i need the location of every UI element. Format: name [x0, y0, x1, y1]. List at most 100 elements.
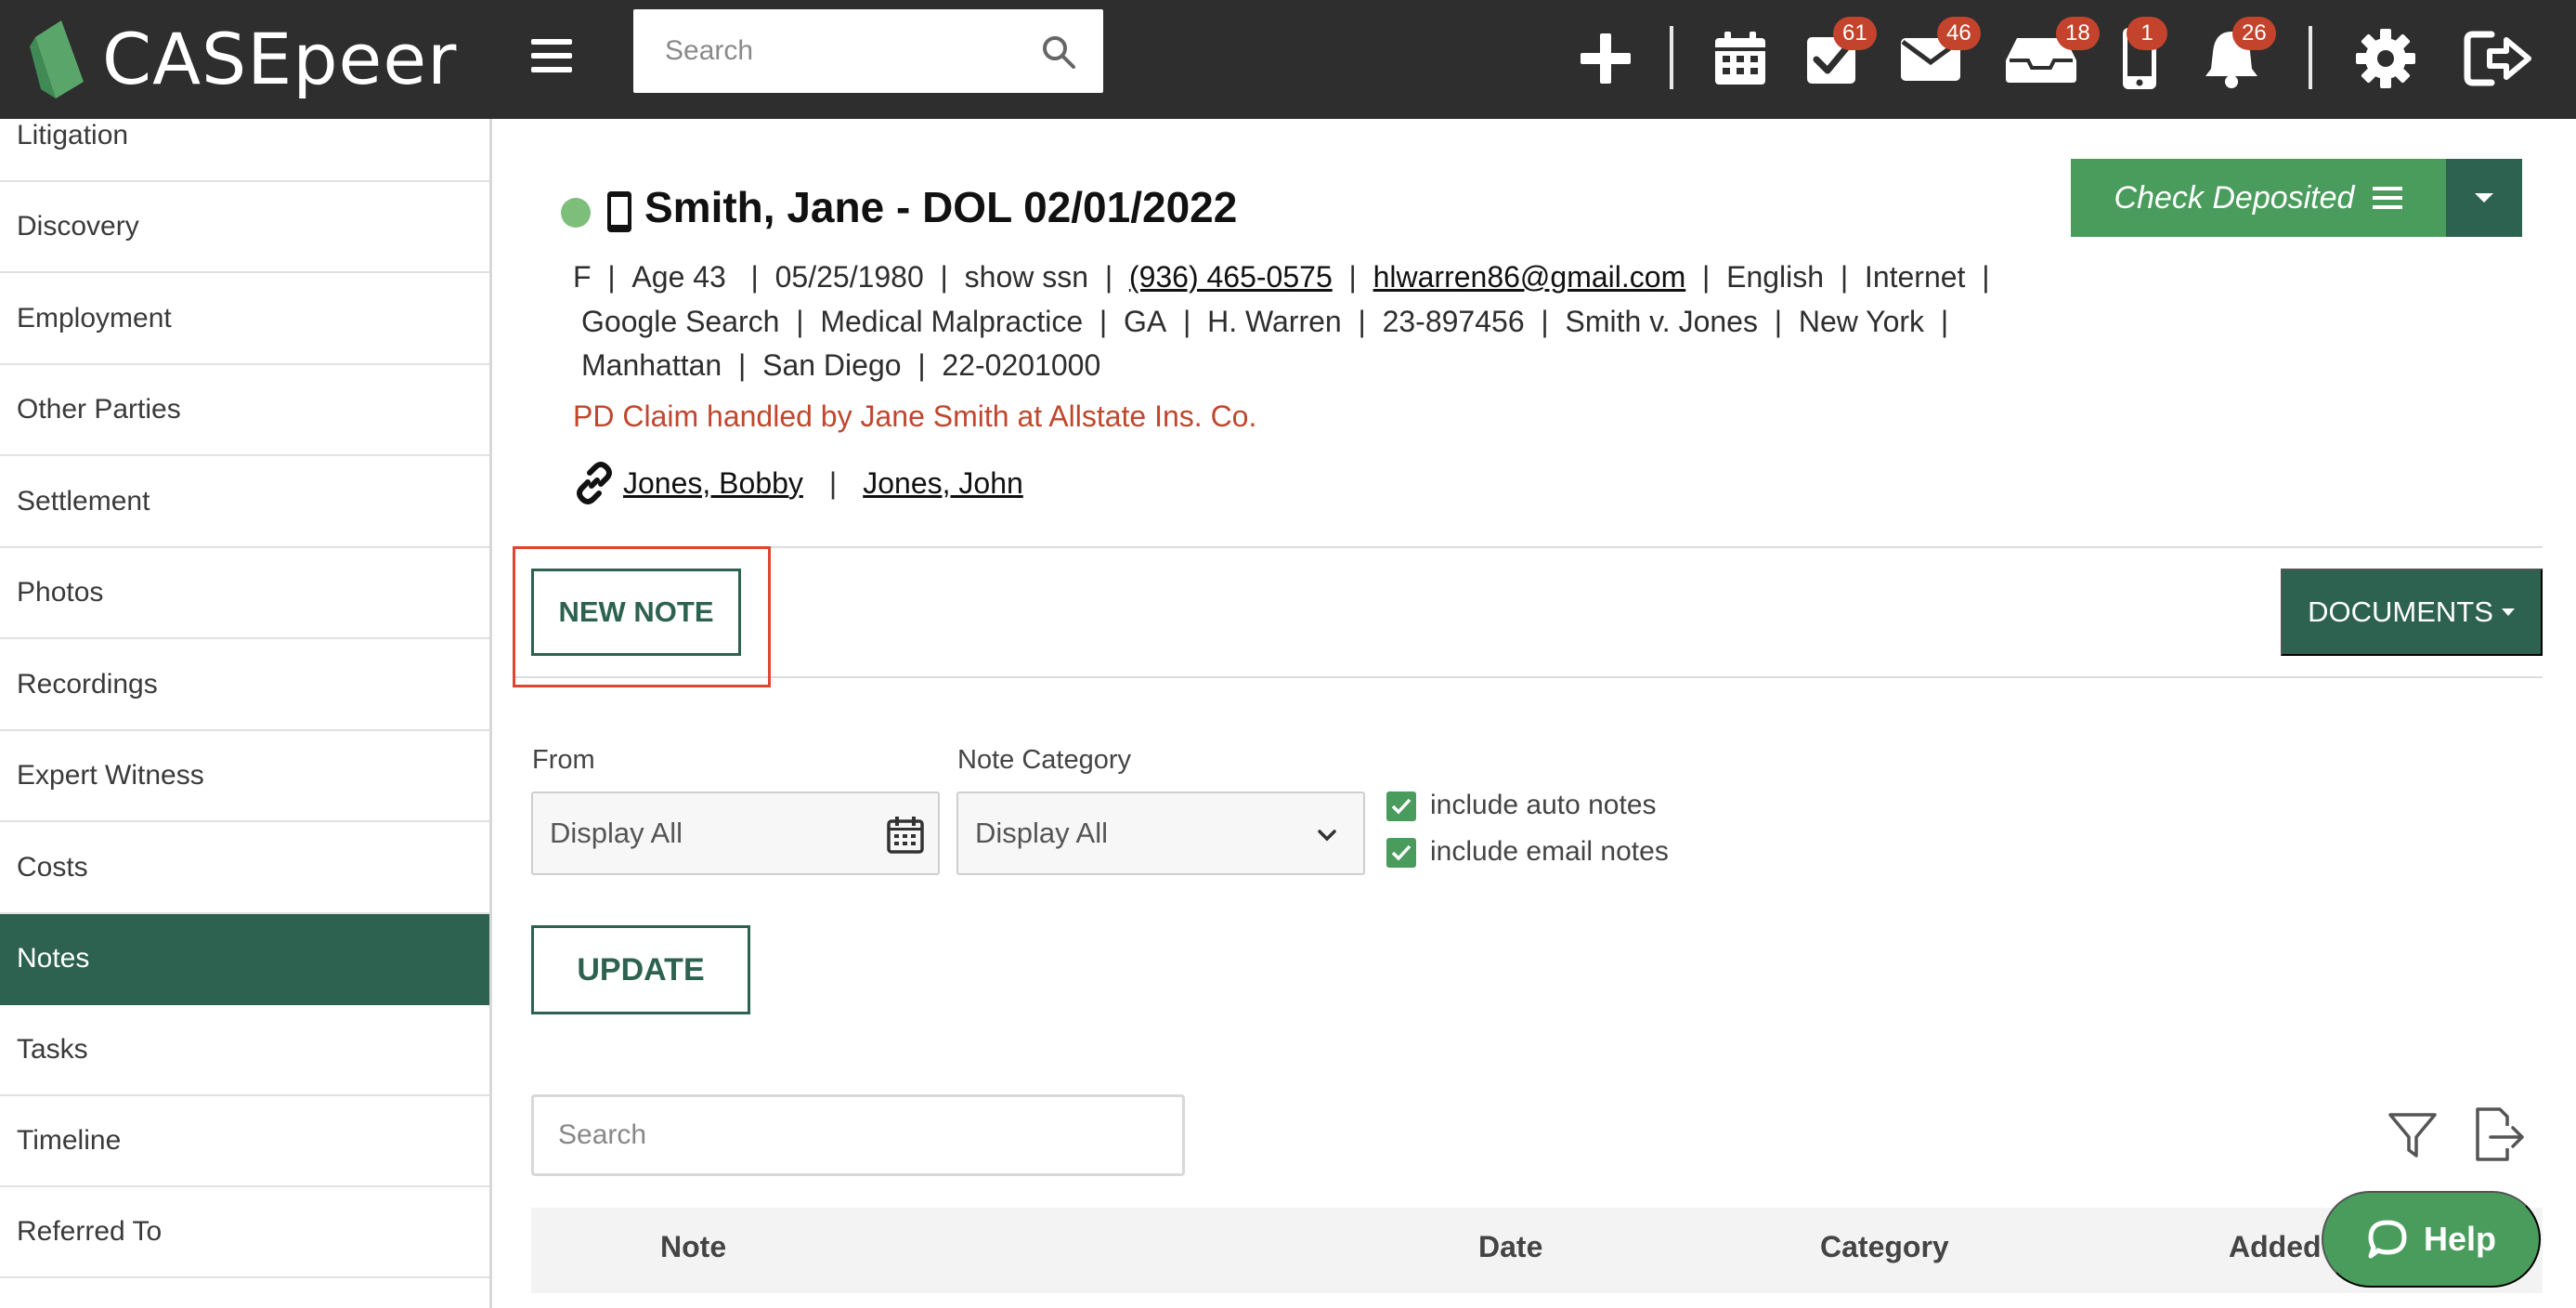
sidebar-item-tasks[interactable]: Tasks [0, 1005, 489, 1096]
sidebar-item-photos[interactable]: Photos [0, 548, 489, 639]
sidebar-item-timeline[interactable]: Timeline [0, 1096, 489, 1187]
client-phone-link[interactable]: (936) 465-0575 [1129, 260, 1333, 294]
help-button[interactable]: Help [2322, 1191, 2541, 1288]
global-search [633, 9, 1103, 93]
sidebar-item-expert-witness[interactable]: Expert Witness [0, 731, 489, 822]
sidebar-item-recordings[interactable]: Recordings [0, 640, 489, 731]
case-office: San Diego [762, 348, 902, 382]
sidebar-item-other-parties[interactable]: Other Parties [0, 365, 489, 456]
caret-down-icon [2501, 608, 2515, 616]
case-info-line-2: Google Search | Medical Malpractice | GA… [581, 305, 1949, 338]
mobile-phone-icon [607, 191, 631, 232]
sidebar-item-notes[interactable]: Notes [0, 914, 489, 1005]
linked-contact-bobby-jones[interactable]: Jones, Bobby [623, 466, 803, 501]
calendar-button[interactable] [1712, 19, 1768, 98]
linked-contact-john-jones[interactable]: Jones, John [863, 466, 1023, 501]
add-new-button[interactable] [1577, 19, 1634, 98]
case-city: Manhattan [581, 348, 722, 382]
pd-claim-notice: PD Claim handled by Jane Smith at Allsta… [573, 399, 1257, 433]
sidebar-item-label: Referred To [17, 1216, 163, 1247]
notes-search-input[interactable] [534, 1097, 1182, 1173]
sidebar-item-settlement[interactable]: Settlement [0, 457, 489, 548]
menu-toggle-button[interactable] [531, 28, 578, 84]
case-info-line-1: F | Age 43 | 05/25/1980 | show ssn | (93… [573, 260, 1990, 294]
from-date-value: Display All [550, 817, 683, 849]
menu-icon-bar [531, 67, 572, 72]
plus-icon [1581, 33, 1631, 84]
show-ssn-toggle[interactable]: show ssn [965, 260, 1088, 294]
sidebar-item-label: Timeline [17, 1125, 122, 1156]
settings-button[interactable] [2355, 19, 2416, 98]
file-number: 22-0201000 [942, 348, 1101, 382]
sidebar-item-label: Other Parties [17, 394, 181, 425]
logout-button[interactable] [2463, 19, 2533, 98]
client-gender: F [573, 260, 592, 294]
messages-count-badge: 46 [1937, 17, 1981, 50]
list-icon [2373, 187, 2403, 209]
menu-icon-bar [531, 39, 572, 45]
calendar-icon[interactable] [886, 816, 925, 855]
filter-icon[interactable] [2385, 1107, 2440, 1163]
note-category-label: Note Category [957, 745, 1131, 775]
sidebar-item-employment[interactable]: Employment [0, 274, 489, 365]
case-type: Medical Malpractice [820, 305, 1084, 338]
sidebar-item-label: Litigation [17, 120, 129, 150]
sidebar-item-label: Employment [17, 303, 172, 334]
from-filter-label: From [532, 745, 595, 775]
note-category-value: Display All [975, 817, 1108, 849]
referral-source: Google Search [581, 305, 780, 338]
case-status-dot [561, 198, 591, 228]
case-title: Smith, Jane - DOL 02/01/2022 [644, 183, 1238, 231]
sidebar-item-label: Settlement [17, 486, 150, 517]
notifications-count-badge: 26 [2232, 17, 2276, 50]
from-date-field[interactable]: Display All [531, 791, 940, 875]
sidebar-item-costs[interactable]: Costs [0, 823, 489, 914]
check-deposited-dropdown-toggle[interactable] [2446, 159, 2522, 237]
column-header-date[interactable]: Date [1478, 1230, 1542, 1264]
column-header-category[interactable]: Category [1820, 1230, 1949, 1264]
note-category-select[interactable]: Display All [956, 791, 1365, 875]
sidebar-item-label: Notes [17, 943, 90, 974]
sidebar-item-label: Expert Witness [17, 760, 204, 791]
sidebar-item-referred-to[interactable]: Referred To [0, 1187, 489, 1278]
search-icon[interactable] [1040, 33, 1077, 71]
casepeer-logo-icon [30, 20, 84, 98]
sidebar-item-discovery[interactable]: Discovery [0, 182, 489, 273]
check-deposited-label: Check Deposited [2114, 179, 2355, 216]
client-email-link[interactable]: hlwarren86@gmail.com [1373, 260, 1686, 294]
update-button[interactable]: UPDATE [531, 925, 750, 1014]
chevron-down-icon [1318, 830, 1336, 842]
column-header-added[interactable]: Added [2229, 1230, 2322, 1264]
notes-search [531, 1094, 1185, 1176]
caret-down-icon [2475, 193, 2493, 203]
help-label: Help [2423, 1220, 2496, 1258]
client-dob: 05/25/1980 [774, 260, 924, 294]
documents-button[interactable]: DOCUMENTS [2281, 569, 2543, 656]
include-auto-notes-checkbox[interactable] [1386, 791, 1416, 821]
link-icon [577, 462, 612, 504]
sidebar-item-label: Tasks [17, 1034, 88, 1065]
case-info-line-3: Manhattan | San Diego | 22-0201000 [581, 348, 1101, 382]
toolbar-divider [2309, 26, 2312, 89]
case-number: 23-897456 [1382, 305, 1525, 338]
new-note-button[interactable]: NEW NOTE [531, 569, 741, 656]
global-search-input[interactable] [633, 9, 1103, 93]
client-source: Internet [1864, 260, 1966, 294]
column-header-note[interactable]: Note [660, 1230, 726, 1264]
include-email-notes-checkbox[interactable] [1386, 838, 1416, 868]
client-language: English [1726, 260, 1825, 294]
case-attorney: H. Warren [1207, 305, 1342, 338]
section-divider [513, 546, 2543, 548]
case-caption: Smith v. Jones [1565, 305, 1758, 338]
include-email-notes-label: include email notes [1430, 836, 1669, 867]
section-divider [513, 676, 2543, 678]
inbox-count-badge: 18 [2056, 17, 2100, 50]
checkmark-icon [1391, 798, 1412, 815]
sidebar-item-label: Photos [17, 577, 104, 608]
check-deposited-button[interactable]: Check Deposited [2071, 159, 2446, 237]
menu-icon-bar [531, 53, 572, 59]
export-icon[interactable] [2470, 1107, 2526, 1163]
sidebar-item-litigation[interactable]: Litigation [0, 91, 489, 182]
toolbar-divider [1670, 26, 1673, 89]
calendar-icon [1715, 32, 1765, 85]
